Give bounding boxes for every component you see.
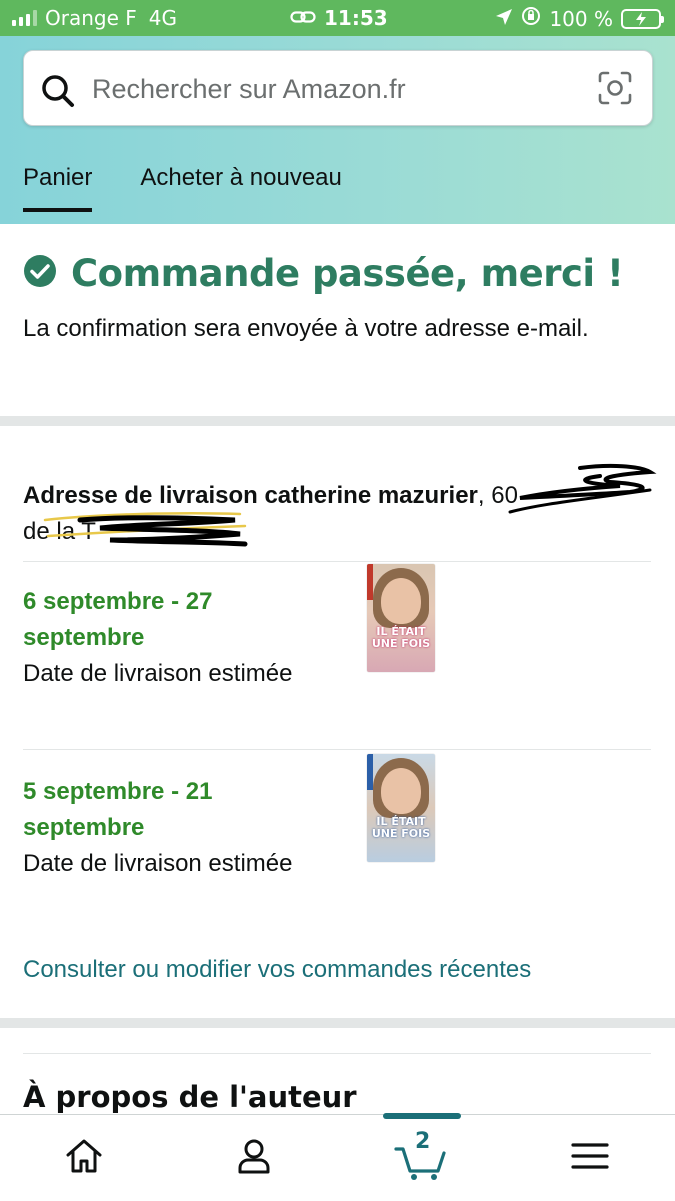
section-divider — [0, 416, 675, 426]
check-circle-icon — [23, 254, 57, 293]
nav-home[interactable] — [54, 1133, 114, 1183]
battery-icon — [621, 8, 664, 29]
status-left: Orange F 4G — [12, 6, 177, 30]
tab-cart[interactable]: Panier — [23, 164, 93, 212]
location-icon — [495, 7, 513, 31]
divider — [23, 749, 651, 750]
link-icon — [290, 6, 316, 30]
menu-icon[interactable] — [571, 1141, 609, 1176]
nav-menu[interactable] — [560, 1133, 620, 1183]
status-right: 100 % — [495, 6, 664, 31]
address-label: Adresse de livraison — [23, 482, 258, 509]
account-icon[interactable] — [234, 1136, 274, 1181]
search-icon[interactable] — [40, 73, 76, 114]
divider — [23, 561, 651, 562]
nav-cart[interactable]: 2 — [392, 1129, 452, 1183]
tab-bar: Panier Acheter à nouveau — [23, 164, 342, 212]
orientation-lock-icon — [521, 6, 541, 31]
book-cover-image[interactable]: IL ÉTAIT UNE FOIS — [367, 564, 435, 672]
delivery-group: 6 septembre - 27 septembre Date de livra… — [23, 564, 653, 692]
order-confirmation: Commande passée, merci ! La confirmation… — [23, 252, 643, 347]
redaction-scribble — [508, 463, 657, 514]
delivery-date-label: Date de livraison estimée — [23, 660, 293, 687]
delivery-group: 5 septembre - 21 septembre Date de livra… — [23, 754, 653, 882]
nav-account[interactable] — [224, 1133, 284, 1183]
cart-count-badge: 2 — [415, 1129, 431, 1154]
book-cover-title: IL ÉTAIT UNE FOIS — [371, 625, 431, 650]
clock: 11:53 — [324, 6, 388, 30]
signal-icon — [12, 10, 37, 26]
delivery-date-label: Date de livraison estimée — [23, 850, 293, 877]
recipient-name: catherine mazurier — [264, 482, 478, 509]
book-cover-title: IL ÉTAIT UNE FOIS — [371, 815, 431, 840]
status-center: 11:53 — [290, 6, 388, 30]
status-bar: Orange F 4G 11:53 100 % — [0, 0, 675, 36]
book-cover-image[interactable]: IL ÉTAIT UNE FOIS — [367, 754, 435, 862]
cart-icon[interactable]: 2 — [394, 1129, 450, 1181]
view-orders-link[interactable]: Consulter ou modifier vos commandes réce… — [23, 956, 531, 984]
bottom-nav: 2 — [0, 1113, 675, 1201]
carrier-name: Orange F — [45, 6, 137, 30]
about-author-heading: À propos de l'auteur — [23, 1080, 357, 1114]
divider — [23, 1053, 651, 1054]
camera-scan-icon[interactable] — [598, 71, 632, 110]
confirmation-message: La confirmation sera envoyée à votre adr… — [23, 315, 589, 342]
battery-percent: 100 % — [549, 6, 613, 31]
confirmation-title: Commande passée, merci ! — [71, 252, 624, 295]
header: Panier Acheter à nouveau — [0, 36, 675, 224]
delivery-date-range: 6 septembre - 27 septembre — [23, 588, 213, 651]
redaction-scribble — [43, 512, 248, 547]
network-type: 4G — [148, 6, 177, 30]
tab-buy-again[interactable]: Acheter à nouveau — [140, 164, 341, 210]
search-bar[interactable] — [23, 50, 653, 126]
active-tab-indicator — [383, 1113, 461, 1119]
search-input[interactable] — [90, 65, 574, 113]
home-icon[interactable] — [64, 1137, 104, 1180]
section-divider — [0, 1018, 675, 1028]
delivery-date-range: 5 septembre - 21 septembre — [23, 778, 213, 841]
